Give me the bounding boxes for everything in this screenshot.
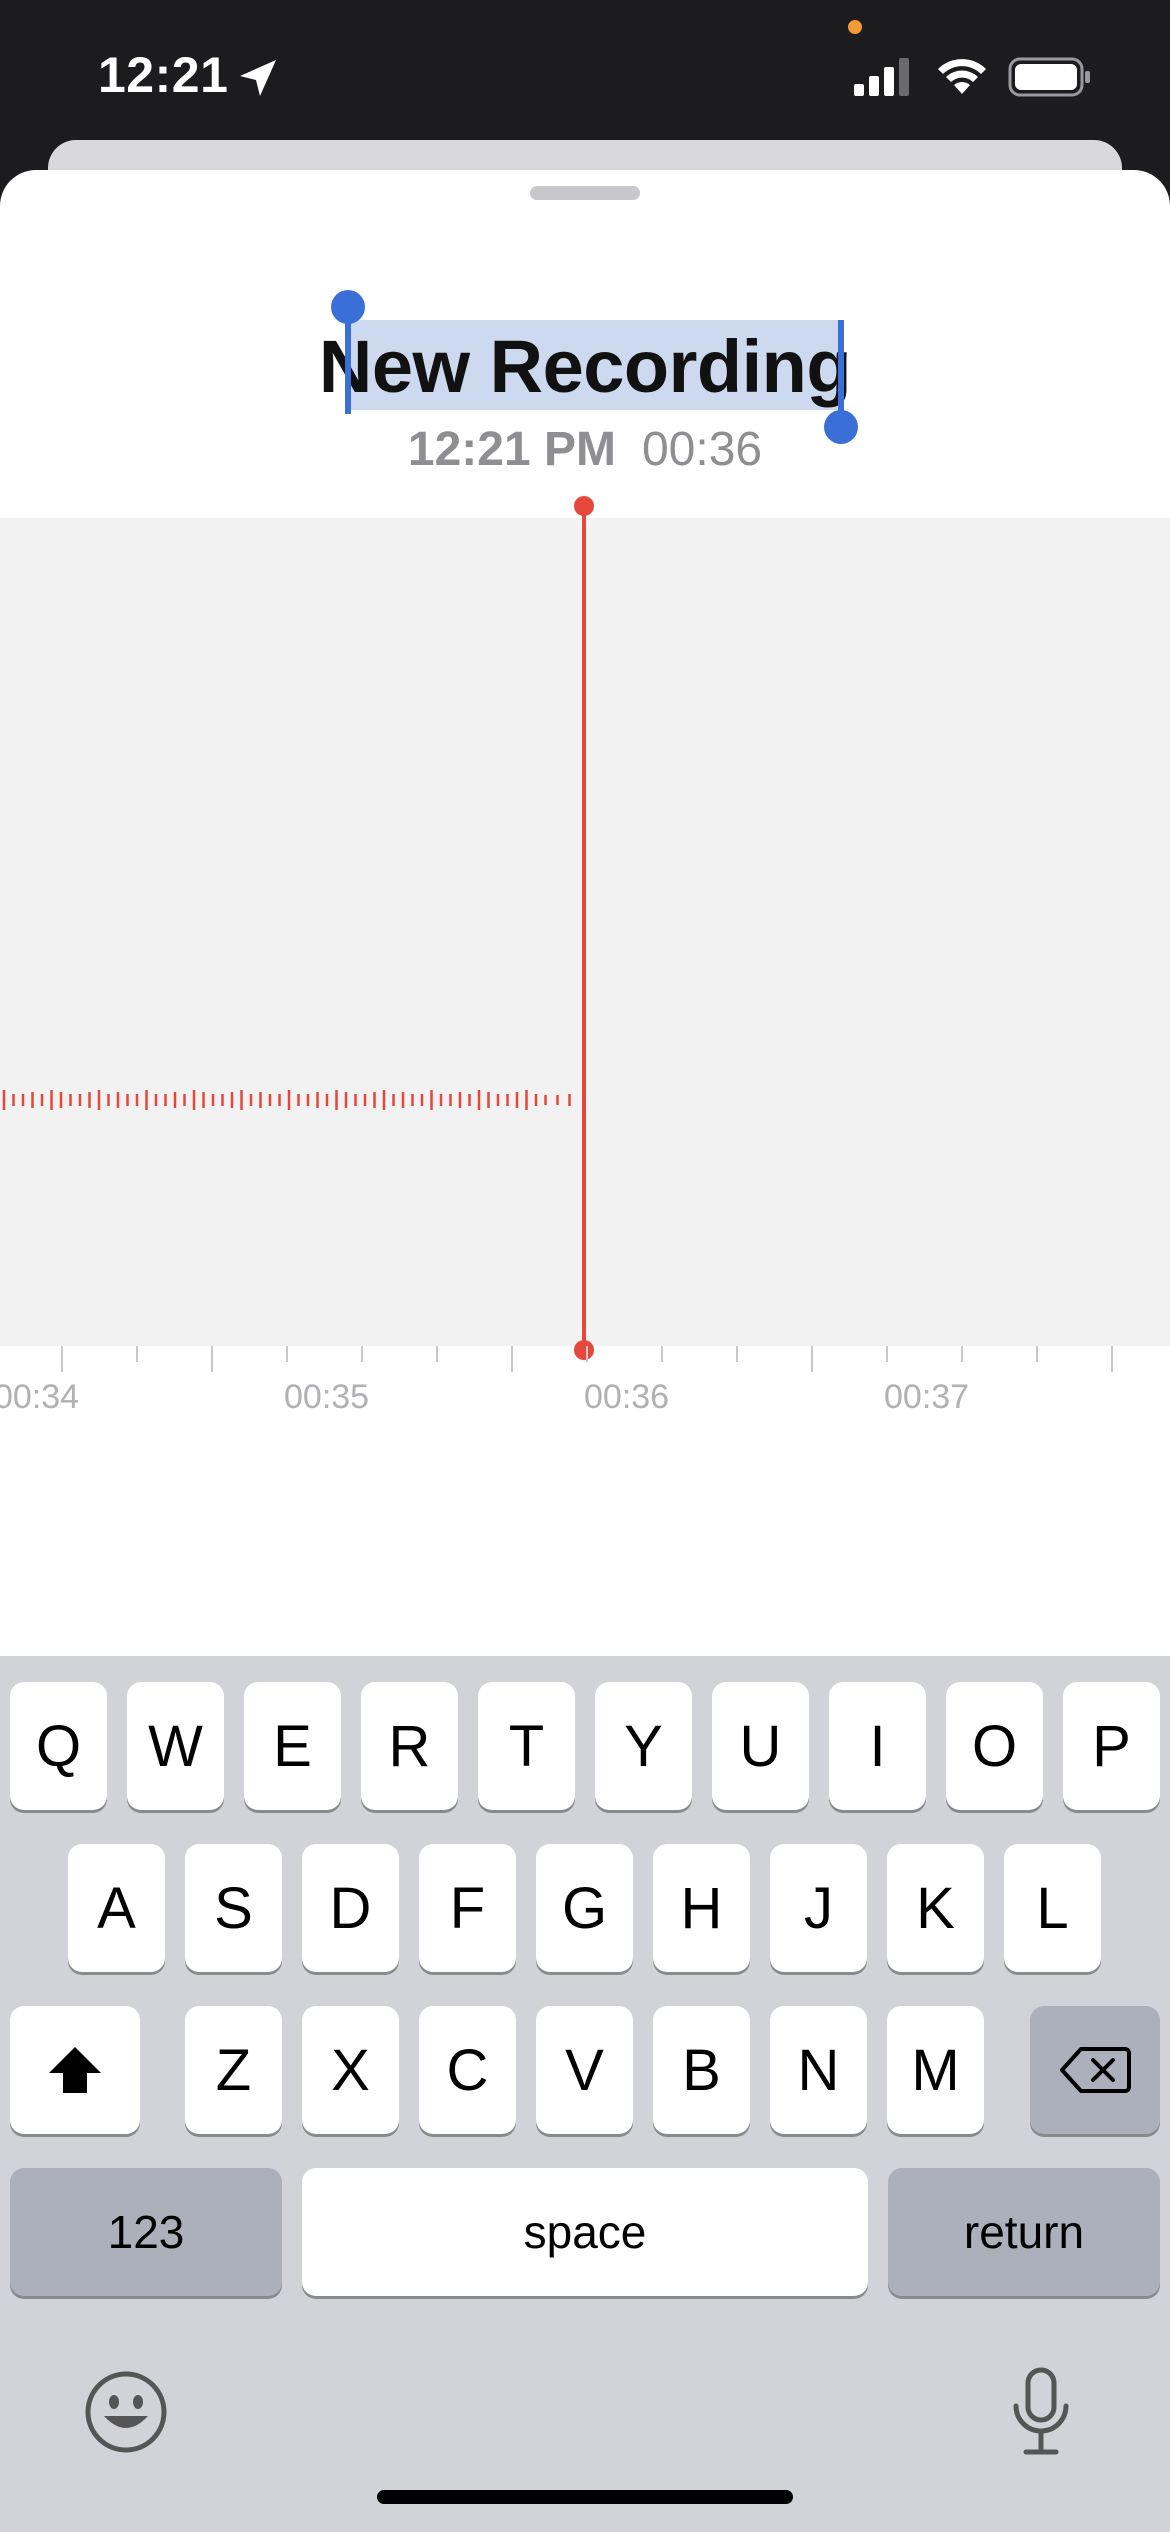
key-p[interactable]: P [1063, 1682, 1160, 1810]
key-a[interactable]: A [68, 1844, 165, 1972]
key-v[interactable]: V [536, 2006, 633, 2134]
key-z[interactable]: Z [185, 2006, 282, 2134]
key-m[interactable]: M [887, 2006, 984, 2134]
key-b[interactable]: B [653, 2006, 750, 2134]
timeline-label: 00:35 [284, 1378, 370, 1416]
status-time: 12:21 [98, 47, 229, 103]
key-o[interactable]: O [946, 1682, 1043, 1810]
selection-start-caret [345, 320, 351, 414]
numbers-key[interactable]: 123 [10, 2168, 282, 2296]
key-e[interactable]: E [244, 1682, 341, 1810]
key-k[interactable]: K [887, 1844, 984, 1972]
location-arrow-icon [240, 60, 276, 96]
recording-time: 12:21 PM [407, 423, 616, 476]
key-f[interactable]: F [419, 1844, 516, 1972]
cellular-signal-icon [854, 58, 909, 96]
battery-icon [1008, 57, 1090, 97]
return-key[interactable]: return [888, 2168, 1160, 2296]
microphone-icon[interactable] [1006, 2366, 1076, 2458]
timeline-label: 00:37 [884, 1378, 970, 1416]
selection-end-caret [838, 320, 844, 414]
key-t[interactable]: T [478, 1682, 575, 1810]
key-q[interactable]: Q [10, 1682, 107, 1810]
key-i[interactable]: I [829, 1682, 926, 1810]
key-w[interactable]: W [127, 1682, 224, 1810]
recording-duration: 00:36 [641, 423, 763, 476]
key-s[interactable]: S [185, 1844, 282, 1972]
key-d[interactable]: D [302, 1844, 399, 1972]
privacy-indicator-dot [848, 20, 862, 34]
shift-key[interactable] [10, 2006, 140, 2134]
selection-start-handle[interactable] [331, 290, 365, 324]
key-x[interactable]: X [302, 2006, 399, 2134]
key-l[interactable]: L [1004, 1844, 1101, 1972]
screen: 12:21 New Recording 12:21 PM 00:36 00:34… [0, 0, 1170, 2532]
key-u[interactable]: U [712, 1682, 809, 1810]
delete-key[interactable] [1030, 2006, 1160, 2134]
playhead-top-handle[interactable] [574, 496, 594, 516]
timeline-label: 00:34 [0, 1378, 80, 1416]
key-c[interactable]: C [419, 2006, 516, 2134]
key-r[interactable]: R [361, 1682, 458, 1810]
key-y[interactable]: Y [595, 1682, 692, 1810]
shift-icon [49, 2047, 101, 2093]
space-key[interactable]: space [302, 2168, 868, 2296]
sheet-grabber[interactable] [530, 186, 640, 200]
wifi-icon [938, 59, 986, 94]
recording-title-field[interactable]: New Recording [0, 322, 1170, 412]
key-g[interactable]: G [536, 1844, 633, 1972]
playhead-line[interactable] [582, 502, 586, 1354]
key-j[interactable]: J [770, 1844, 867, 1972]
keyboard: Q W E R T Y U I O P A S D F G H J K L Z … [0, 1656, 1170, 2532]
home-indicator[interactable] [377, 2490, 793, 2504]
recording-meta: 12:21 PM 00:36 [0, 422, 1170, 477]
emoji-icon[interactable] [84, 2370, 168, 2454]
delete-backspace-icon [1060, 2047, 1131, 2093]
status-bar: 12:21 [0, 0, 1170, 150]
key-n[interactable]: N [770, 2006, 867, 2134]
timeline-label: 00:36 [584, 1378, 670, 1416]
key-h[interactable]: H [653, 1844, 750, 1972]
